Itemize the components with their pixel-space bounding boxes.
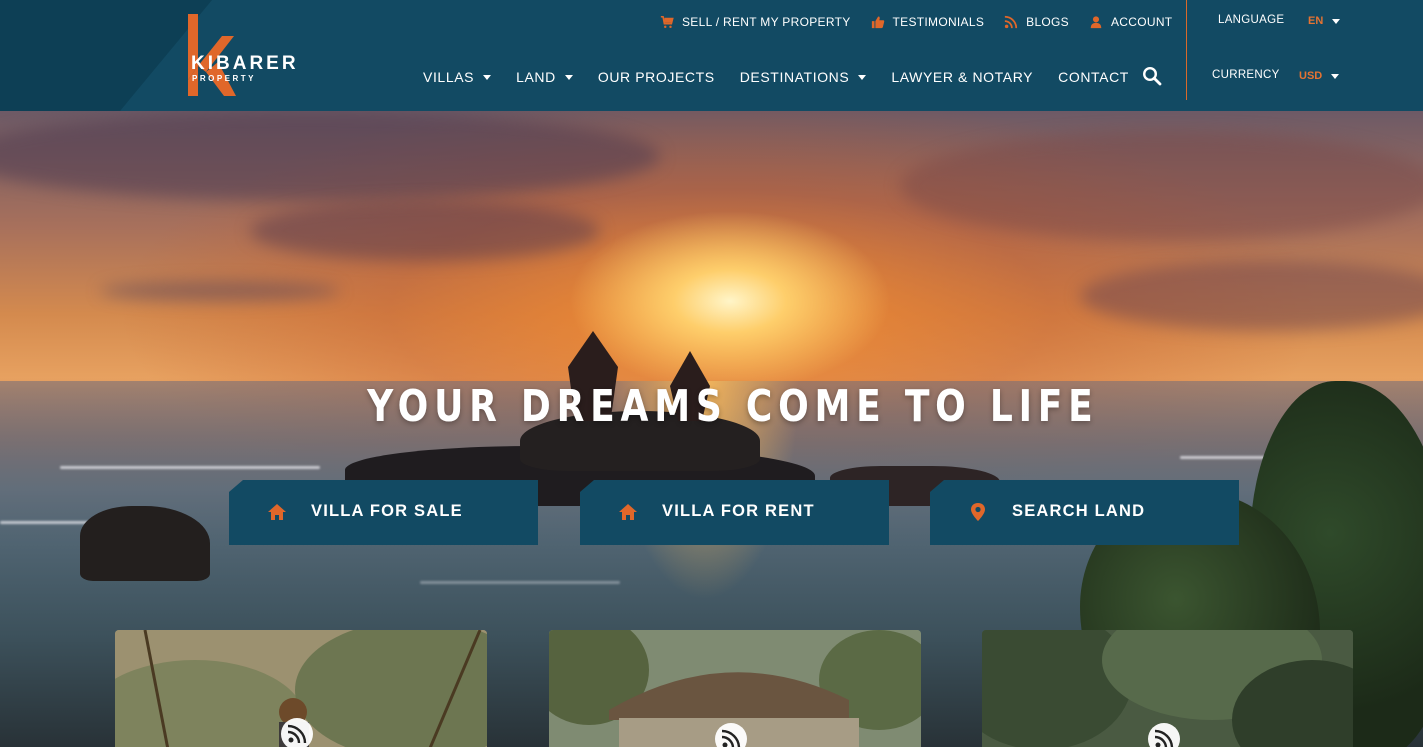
nav-land-label: LAND <box>516 69 556 85</box>
villa-for-sale-label: VILLA FOR SALE <box>311 502 463 520</box>
header-divider <box>1186 0 1187 100</box>
hero-rock <box>80 506 210 581</box>
nav-contact-label: CONTACT <box>1058 69 1129 85</box>
topnav-blogs[interactable]: BLOGS <box>1004 15 1069 29</box>
language-value: EN <box>1308 15 1324 27</box>
hero-wave <box>60 466 320 469</box>
currency-value: USD <box>1299 70 1323 82</box>
currency-select[interactable]: USD <box>1299 70 1340 82</box>
user-icon <box>1090 16 1102 29</box>
nav-our-projects-label: OUR PROJECTS <box>597 69 715 85</box>
home-icon <box>268 504 286 520</box>
chevron-down-icon <box>1332 18 1341 24</box>
hero-cloud <box>0 111 660 201</box>
map-pin-icon <box>971 503 985 521</box>
featured-card-1[interactable] <box>115 630 487 747</box>
nav-contact[interactable]: CONTACT <box>1058 69 1129 85</box>
nav-lawyer-notary[interactable]: LAWYER & NOTARY <box>891 69 1033 85</box>
language-label: LANGUAGE <box>1218 14 1285 26</box>
hero-section: YOUR DREAMS COME TO LIFE VILLA FOR SALE … <box>0 111 1423 747</box>
villa-for-rent-button[interactable]: VILLA FOR RENT <box>580 480 889 545</box>
brand-name[interactable]: KIBARER <box>191 53 299 75</box>
rss-icon <box>715 723 747 747</box>
topnav-testimonials-label: TESTIMONIALS <box>892 15 985 29</box>
topnav-account-label: ACCOUNT <box>1111 15 1173 29</box>
nav-our-projects[interactable]: OUR PROJECTS <box>598 69 715 85</box>
hero-wave <box>420 581 620 584</box>
brand-tagline: PROPERTY <box>192 74 257 83</box>
nav-villas-label: VILLAS <box>423 69 475 85</box>
featured-card-3[interactable] <box>982 630 1353 747</box>
hero-cloud <box>250 201 600 261</box>
nav-lawyer-notary-label: LAWYER & NOTARY <box>891 69 1034 85</box>
language-select[interactable]: EN <box>1308 15 1341 27</box>
hero-cloud <box>1080 261 1423 331</box>
topnav-sell-rent-label: SELL / RENT MY PROPERTY <box>682 15 851 29</box>
top-utility-nav: SELL / RENT MY PROPERTY TESTIMONIALS BLO… <box>660 13 1172 31</box>
hero-cloud <box>900 131 1423 241</box>
topnav-account[interactable]: ACCOUNT <box>1089 15 1172 29</box>
chevron-down-icon <box>1331 73 1340 79</box>
hero-headline: YOUR DREAMS COME TO LIFE <box>367 381 1099 432</box>
featured-card-2[interactable] <box>549 630 921 747</box>
nav-villas[interactable]: VILLAS <box>423 69 492 85</box>
cart-icon <box>660 15 674 29</box>
search-land-label: SEARCH LAND <box>1012 502 1146 520</box>
chevron-down-icon <box>564 74 573 80</box>
villa-for-sale-button[interactable]: VILLA FOR SALE <box>229 480 538 545</box>
topnav-testimonials[interactable]: TESTIMONIALS <box>871 15 985 29</box>
search-icon[interactable] <box>1142 66 1162 86</box>
main-nav: VILLAS LAND OUR PROJECTS DESTINATIONS LA… <box>423 66 1154 88</box>
chevron-down-icon <box>858 74 867 80</box>
topnav-blogs-label: BLOGS <box>1026 15 1069 29</box>
site-header: KIBARER PROPERTY SELL / RENT MY PROPERTY… <box>0 0 1423 111</box>
rss-icon <box>1148 723 1180 747</box>
home-icon <box>619 504 637 520</box>
hero-cloud <box>100 281 340 301</box>
search-land-button[interactable]: SEARCH LAND <box>930 480 1239 545</box>
nav-destinations[interactable]: DESTINATIONS <box>740 69 867 85</box>
topnav-sell-rent[interactable]: SELL / RENT MY PROPERTY <box>660 15 851 29</box>
nav-land[interactable]: LAND <box>516 69 573 85</box>
thumbs-up-icon <box>871 16 884 29</box>
chevron-down-icon <box>483 74 492 80</box>
nav-destinations-label: DESTINATIONS <box>739 69 850 85</box>
currency-label: CURRENCY <box>1212 69 1280 81</box>
villa-for-rent-label: VILLA FOR RENT <box>662 502 815 520</box>
rss-icon <box>281 718 313 747</box>
rss-icon <box>1004 15 1018 29</box>
